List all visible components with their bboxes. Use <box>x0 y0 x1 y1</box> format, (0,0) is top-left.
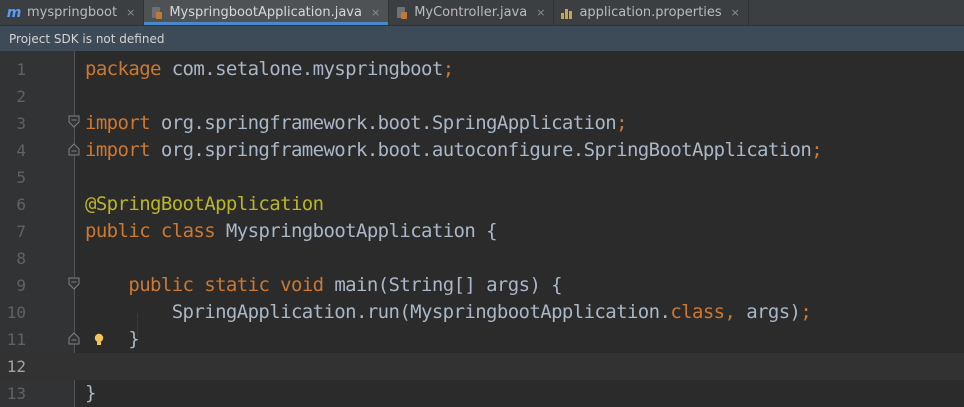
tab-mycontroller[interactable]: MyController.java × <box>389 0 555 25</box>
code-line[interactable]: 7 public class MyspringbootApplication { <box>0 218 964 245</box>
indent-guide <box>137 313 138 337</box>
line-number: 7 <box>16 222 26 241</box>
tab-application-properties[interactable]: application.properties × <box>554 0 749 25</box>
code-token: public <box>85 220 151 242</box>
line-number: 12 <box>6 357 26 376</box>
line-number: 10 <box>6 303 26 322</box>
code-text: public static void main(String[] args) { <box>85 272 562 299</box>
code-token: public <box>128 274 194 296</box>
properties-file-icon <box>560 6 574 20</box>
code-text: @SpringBootApplication <box>85 191 324 218</box>
code-line[interactable]: 8 <box>0 245 964 272</box>
tab-close-icon[interactable]: × <box>371 6 380 19</box>
line-number: 1 <box>16 60 26 79</box>
tab-label: MyController.java <box>414 5 528 20</box>
code-line[interactable]: 10 SpringApplication.run(MyspringbootApp… <box>0 299 964 326</box>
tab-myspringbootapplication[interactable]: MyspringbootApplication.java × <box>144 0 390 25</box>
code-text: SpringApplication.run(MyspringbootApplic… <box>85 299 812 326</box>
java-class-icon <box>150 6 164 20</box>
code-token: ; <box>616 112 627 134</box>
code-line[interactable]: 12 <box>0 353 964 380</box>
line-number: 8 <box>16 249 26 268</box>
tab-label: MyspringbootApplication.java <box>169 5 362 20</box>
code-token: MyspringbootApplication { <box>215 220 498 242</box>
line-number: 9 <box>16 276 26 295</box>
line-number: 6 <box>16 195 26 214</box>
code-token: args) <box>746 301 801 323</box>
code-token: ; <box>442 58 454 80</box>
code-text: import org.springframework.boot.SpringAp… <box>85 110 628 137</box>
java-class-icon <box>395 6 409 20</box>
tab-close-icon[interactable]: × <box>126 6 135 19</box>
fold-collapse-icon[interactable] <box>68 277 80 291</box>
code-token: ; <box>800 301 812 323</box>
code-token: , <box>724 301 747 323</box>
code-token: import <box>85 112 151 134</box>
code-line[interactable]: 5 <box>0 164 964 191</box>
code-token: class <box>670 301 725 323</box>
fold-expand-icon[interactable] <box>68 142 80 156</box>
code-token: } <box>85 382 96 404</box>
code-token: void <box>280 274 324 296</box>
code-token: class <box>160 220 216 242</box>
code-token: org.springframework.boot.SpringApplicati… <box>150 112 617 134</box>
code-line[interactable]: 3 import org.springframework.boot.SpringA… <box>0 110 964 137</box>
tab-myspringboot[interactable]: m myspringboot × <box>0 0 145 25</box>
fold-collapse-icon[interactable] <box>68 115 80 129</box>
code-token: package <box>85 58 161 80</box>
line-number: 11 <box>6 330 26 349</box>
code-line[interactable]: 6 @SpringBootApplication <box>0 191 964 218</box>
code-line[interactable]: 9 public static void main(String[] args)… <box>0 272 964 299</box>
lightbulb-icon[interactable] <box>93 333 105 347</box>
code-token: org.springframework.boot.autoconfigure.S… <box>150 139 812 161</box>
sdk-warning-banner: Project SDK is not defined <box>0 26 964 51</box>
code-token: ; <box>811 139 823 161</box>
line-number: 2 <box>16 87 26 106</box>
code-token: com.setalone.myspringboot <box>160 58 444 80</box>
code-line[interactable]: 2 <box>0 83 964 110</box>
code-line[interactable]: 11 } <box>0 326 964 353</box>
code-line[interactable]: 13} <box>0 380 964 407</box>
tab-label: myspringboot <box>27 5 118 20</box>
code-text: public class MyspringbootApplication { <box>85 218 498 245</box>
fold-expand-icon[interactable] <box>68 331 80 345</box>
line-number: 5 <box>16 168 26 187</box>
code-token: static <box>204 274 270 296</box>
line-number: 3 <box>16 114 26 133</box>
tab-close-icon[interactable]: × <box>536 6 545 19</box>
code-token: @SpringBootApplication <box>85 193 324 215</box>
editor-tab-bar: m myspringboot × MyspringbootApplication… <box>0 0 964 26</box>
banner-text: Project SDK is not defined <box>9 31 165 46</box>
code-text: } <box>85 380 96 407</box>
line-number: 4 <box>16 141 26 160</box>
code-token: import <box>85 139 151 161</box>
line-number: 13 <box>6 384 26 403</box>
code-text: package com.setalone.myspringboot; <box>85 56 454 83</box>
tab-close-icon[interactable]: × <box>731 6 740 19</box>
module-icon: m <box>6 4 22 21</box>
code-token: main(String[] args) { <box>323 274 562 296</box>
code-text: import org.springframework.boot.autoconf… <box>85 137 823 164</box>
code-line[interactable]: 4 import org.springframework.boot.autocon… <box>0 137 964 164</box>
code-editor[interactable]: 1 package com.setalone.myspringboot; 2 3 imp… <box>0 51 964 407</box>
tab-label: application.properties <box>579 5 722 20</box>
code-line[interactable]: 1 package com.setalone.myspringboot; <box>0 56 964 83</box>
code-token: SpringApplication.run(MyspringbootApplic… <box>85 301 671 323</box>
